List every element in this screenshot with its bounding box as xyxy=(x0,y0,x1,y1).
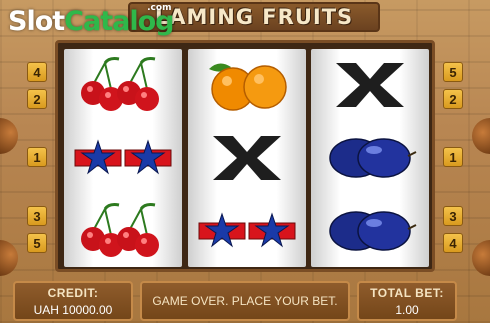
reel-3 xyxy=(311,49,429,267)
line-number-badge[interactable]: 4 xyxy=(27,62,47,82)
total-bet-label: TOTAL BET: xyxy=(370,285,444,300)
symbol-plums xyxy=(311,195,429,267)
plums-icon xyxy=(329,138,417,178)
line-number-badge[interactable]: 3 xyxy=(27,206,47,226)
message-panel: GAME OVER. PLACE YOUR BET. xyxy=(140,281,350,321)
credit-panel: CREDIT: UAH 10000.00 xyxy=(13,281,133,321)
credit-value: UAH 10000.00 xyxy=(33,302,113,317)
cherries-icon xyxy=(81,57,159,111)
line-number-badge[interactable]: 5 xyxy=(443,62,463,82)
game-title: LAMING FRUITS xyxy=(154,5,354,29)
line-number-badge[interactable]: 2 xyxy=(27,89,47,109)
symbol-stars xyxy=(64,122,182,194)
stars-icon xyxy=(198,212,296,248)
reel-2 xyxy=(188,49,306,267)
total-bet-value: 1.00 xyxy=(395,302,419,317)
total-bet-panel[interactable]: TOTAL BET: 1.00 xyxy=(357,281,457,321)
plums-icon xyxy=(329,211,417,251)
stars-icon xyxy=(74,139,172,175)
line-number-badge[interactable]: 4 xyxy=(443,233,463,253)
reel-frame xyxy=(55,40,435,272)
symbol-oranges xyxy=(188,49,306,121)
symbol-stars xyxy=(188,195,306,267)
site-logo: SlotCatalog .com xyxy=(8,3,174,37)
symbol-plums xyxy=(311,122,429,194)
line-number-badge[interactable]: 5 xyxy=(27,233,47,253)
cherries-icon xyxy=(81,203,159,257)
symbol-x xyxy=(188,122,306,194)
line-number-badge[interactable]: 1 xyxy=(27,147,47,167)
symbol-cherries xyxy=(64,49,182,121)
status-message: GAME OVER. PLACE YOUR BET. xyxy=(152,294,338,308)
line-number-badge[interactable]: 2 xyxy=(443,89,463,109)
x-icon xyxy=(336,63,404,107)
logo-com-text: .com xyxy=(147,3,172,13)
x-icon xyxy=(213,136,281,180)
right-knob-decoration xyxy=(472,240,490,276)
symbol-cherries xyxy=(64,195,182,267)
left-knob-decoration xyxy=(0,240,18,276)
right-knob-decoration xyxy=(472,118,490,154)
logo-slot-text: Slot xyxy=(8,6,65,37)
symbol-x xyxy=(311,49,429,121)
oranges-icon xyxy=(209,63,287,111)
reel-1 xyxy=(64,49,182,267)
line-number-badge[interactable]: 3 xyxy=(443,206,463,226)
left-knob-decoration xyxy=(0,118,18,154)
line-number-badge[interactable]: 1 xyxy=(443,147,463,167)
credit-label: CREDIT: xyxy=(47,285,99,300)
